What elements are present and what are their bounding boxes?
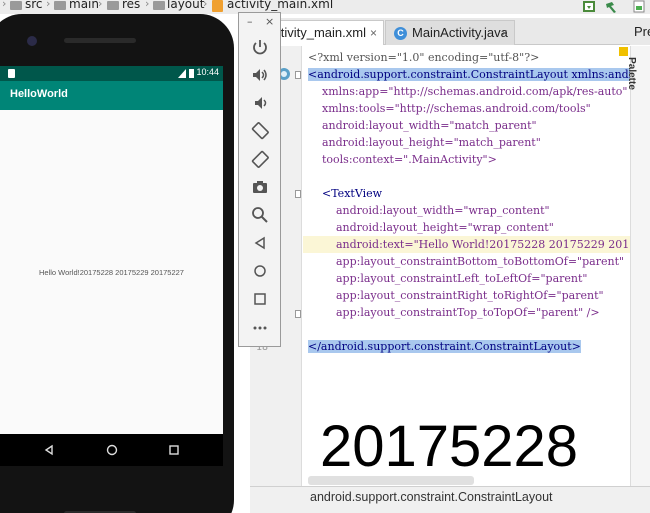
rotate-right-button[interactable] [250, 149, 270, 169]
battery-icon [189, 69, 194, 78]
nav-overview-icon[interactable] [167, 443, 181, 457]
close-button[interactable]: × [265, 15, 274, 28]
volume-up-button[interactable] [250, 65, 270, 85]
sim-card-icon [8, 69, 15, 78]
xml-file-icon [212, 0, 223, 12]
code-line-15: app:layout_constraintRight_toRightOf="pa… [308, 289, 604, 302]
code-line-1: <?xml version="1.0" encoding="utf-8"?> [308, 51, 540, 64]
breadcrumb-main[interactable]: main [69, 0, 99, 11]
fold-icon[interactable] [295, 190, 301, 198]
close-icon[interactable]: × [370, 21, 377, 45]
code-line-3: xmlns:app="http://schemas.android.com/ap… [308, 85, 628, 98]
code-line-2: <android.support.constraint.ConstraintLa… [308, 66, 630, 83]
java-class-icon: C [394, 27, 407, 40]
breadcrumb-separator: › [203, 0, 208, 10]
folder-icon [107, 1, 119, 10]
tab-main-activity-java[interactable]: C MainActivity.java × [385, 20, 515, 45]
rotate-right-icon [251, 150, 269, 168]
breadcrumb-separator: › [145, 0, 150, 10]
more-icon [253, 326, 267, 330]
zoom-icon [252, 207, 268, 223]
code-line-16: app:layout_constraintTop_toTopOf="parent… [308, 306, 600, 319]
code-line-10: android:layout_width="wrap_content" [308, 204, 550, 217]
back-button[interactable] [250, 233, 270, 253]
power-button[interactable] [250, 37, 270, 57]
close-icon[interactable]: × [501, 21, 508, 45]
tag-path-text[interactable]: android.support.constraint.ConstraintLay… [310, 490, 553, 504]
rotate-left-icon [251, 122, 269, 140]
code-line-7: tools:context=".MainActivity"> [308, 153, 497, 166]
fold-icon[interactable] [295, 71, 301, 79]
volume-down-icon [255, 97, 267, 109]
camera-icon [253, 181, 267, 193]
home-button[interactable] [250, 261, 270, 281]
tag-path-bar: android.support.constraint.ConstraintLay… [250, 486, 650, 513]
emulator-toolbar: – × [238, 12, 281, 347]
folder-icon [153, 1, 165, 10]
breadcrumb-separator: › [46, 0, 51, 10]
breadcrumb-res[interactable]: res [122, 0, 140, 11]
editor-tab-bar: activity_main.xml × C MainActivity.java × [250, 18, 630, 45]
overview-button[interactable] [250, 289, 270, 309]
warning-marker[interactable] [619, 47, 628, 56]
breadcrumb-file[interactable]: activity_main.xml [227, 0, 333, 11]
tab-label: activity_main.xml [267, 25, 366, 40]
folder-icon [10, 1, 22, 10]
zoom-button[interactable] [250, 205, 270, 225]
android-status-bar: 10:44 [0, 66, 223, 81]
earpiece-speaker [64, 38, 136, 43]
code-line-12: android:text="Hello World!20175228 20175… [308, 238, 630, 251]
code-line-6: android:layout_height="match_parent" [308, 136, 541, 149]
code-line-4: xmlns:tools="http://schemas.android.com/… [308, 102, 591, 115]
palette-side-tab[interactable]: Palette [626, 50, 648, 100]
front-camera [27, 36, 37, 46]
build-hammer-icon[interactable] [604, 0, 618, 13]
volume-up-icon [253, 69, 267, 81]
android-nav-bar [0, 434, 223, 466]
nav-back-icon[interactable] [42, 443, 56, 457]
breadcrumb-separator: › [98, 0, 103, 10]
breadcrumb: › src › main › res › layout › activity_m… [0, 0, 650, 14]
back-icon [254, 236, 265, 250]
breadcrumb-separator: › [2, 0, 7, 10]
power-icon [253, 40, 267, 55]
minimize-button[interactable]: – [247, 15, 253, 28]
preview-side-tab[interactable]: Pre [630, 18, 650, 45]
volume-down-button[interactable] [250, 93, 270, 113]
screenshot-button[interactable] [250, 177, 270, 197]
home-icon [254, 265, 266, 277]
sdk-manager-icon[interactable] [632, 0, 646, 13]
hello-world-text: Hello World!20175228 20175229 20175227 [39, 268, 184, 277]
code-line-5: android:layout_width="match_parent" [308, 119, 537, 132]
folder-icon [54, 1, 66, 10]
palette-label: Palette [625, 57, 637, 90]
right-tool-strip [630, 46, 650, 486]
more-button[interactable] [250, 317, 270, 337]
breadcrumb-src[interactable]: src [25, 0, 43, 11]
code-line-13: app:layout_constraintBottom_toBottomOf="… [308, 255, 625, 268]
status-time: 10:44 [196, 67, 219, 77]
sync-icon[interactable] [582, 0, 596, 13]
app-title: HelloWorld [10, 88, 68, 100]
overview-icon [254, 293, 266, 305]
breadcrumb-layout[interactable]: layout [167, 0, 204, 11]
rotate-left-button[interactable] [250, 121, 270, 141]
overlay-number: 20175228 [320, 414, 579, 479]
code-line-14: app:layout_constraintLeft_toLeftOf="pare… [308, 272, 588, 285]
nav-home-icon[interactable] [105, 443, 119, 457]
tab-label: MainActivity.java [412, 25, 508, 40]
code-line-9: <TextView [308, 187, 383, 200]
app-bar: HelloWorld [0, 81, 223, 110]
fold-icon[interactable] [295, 310, 301, 318]
phone-screen[interactable]: 10:44 HelloWorld Hello World!20175228 20… [0, 66, 223, 434]
code-line-11: android:layout_height="wrap_content" [308, 221, 554, 234]
code-line-18: </android.support.constraint.ConstraintL… [308, 340, 581, 353]
signal-icon [178, 69, 186, 78]
